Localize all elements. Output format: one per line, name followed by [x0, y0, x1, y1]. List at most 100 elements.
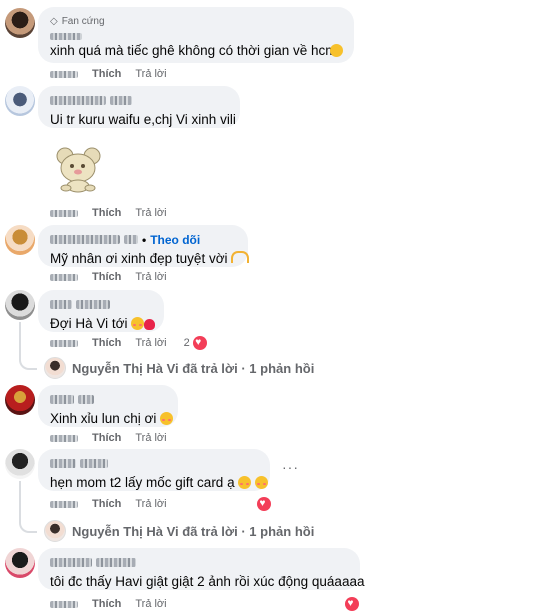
comment-text: Ui tr kuru waifu e,chj Vi xinh vili [50, 112, 236, 127]
follow-button[interactable]: Theo dõi [150, 233, 200, 247]
comment-author[interactable] [50, 392, 166, 407]
thread-line [19, 322, 21, 358]
author-name-redacted [50, 235, 120, 244]
view-replies-label: Nguyễn Thị Hà Vi đã trả lời · 1 phản hồi [72, 523, 315, 539]
author-name-redacted [50, 395, 74, 404]
comment-text: hẹn mom t2 lấy mốc gift card ạ [50, 475, 269, 490]
timestamp-redacted [50, 434, 78, 442]
comment-text: xinh quá mà tiếc ghê không có thời gian … [50, 43, 337, 58]
comment-actions: Thích Trả lời 2 [50, 336, 207, 350]
view-replies-label: Nguyễn Thị Hà Vi đã trả lời · 1 phản hồi [72, 360, 315, 376]
avatar[interactable] [5, 449, 35, 479]
more-options-button[interactable]: ··· [282, 459, 299, 475]
reply-button[interactable]: Trả lời [135, 68, 166, 80]
timestamp-redacted [50, 500, 78, 508]
comment-text-content: Mỹ nhân ơi xinh đẹp tuyệt vời [50, 251, 228, 266]
like-button[interactable]: Thích [92, 207, 121, 219]
comment-actions: Thích Trả lời [50, 498, 167, 510]
comment-bubble: ◇ Fan cứng xinh quá mà tiếc ghê không có… [38, 7, 354, 63]
heart-reaction-icon[interactable] [257, 497, 271, 511]
emoji-icon [330, 44, 343, 57]
author-name-redacted [50, 96, 106, 105]
comment-actions: Thích Trả lời [50, 432, 167, 444]
author-name-redacted [124, 235, 138, 244]
smiling-face-with-hearts-emoji-icon [160, 412, 174, 425]
comment-author[interactable]: • Theo dõi [50, 232, 236, 247]
author-name-redacted [80, 459, 108, 468]
author-name-redacted [110, 96, 132, 105]
avatar [44, 520, 66, 542]
avatar[interactable] [5, 8, 35, 38]
comment-author[interactable] [50, 93, 228, 108]
comment-bubble: • Theo dõi Mỹ nhân ơi xinh đẹp tuyệt vời [38, 225, 250, 267]
comment-bubble: tôi đc thấy Havi giật giật 2 ảnh rồi xúc… [38, 548, 365, 590]
heart-hands-emoji-icon [231, 251, 250, 263]
thread-connector [19, 356, 37, 370]
diamond-icon: ◇ [50, 16, 58, 27]
avatar[interactable] [5, 86, 35, 116]
comment-bubble: Đợi Hà Vi tới [38, 290, 164, 332]
fan-badge: Fan cứng [61, 16, 105, 27]
avatar[interactable] [5, 290, 35, 320]
author-name-redacted [50, 459, 76, 468]
comment-author[interactable] [50, 297, 152, 312]
smiling-face-emoji-icon [238, 476, 252, 489]
comment-bubble: Xinh xỉu lun chị ơi [38, 385, 178, 427]
reply-button[interactable]: Trả lời [135, 337, 166, 349]
timestamp-redacted [50, 600, 78, 608]
author-name-redacted [50, 558, 92, 567]
comment-actions: Thích Trả lời [50, 271, 167, 283]
heart-reaction-icon [192, 336, 207, 350]
view-replies-link[interactable]: Nguyễn Thị Hà Vi đã trả lời · 1 phản hồi [44, 520, 314, 542]
comment-author[interactable] [50, 456, 258, 471]
heart-reaction-icon[interactable] [345, 597, 359, 611]
comment-text: Xinh xỉu lun chị ơi [50, 411, 174, 426]
reply-button[interactable]: Trả lời [135, 207, 166, 219]
like-button[interactable]: Thích [92, 498, 121, 510]
comment-actions: Thích Trả lời [50, 68, 167, 80]
thread-connector [19, 519, 37, 533]
separator-dot: • [142, 232, 147, 247]
author-name-redacted [50, 27, 82, 45]
reply-button[interactable]: Trả lời [135, 271, 166, 283]
like-button[interactable]: Thích [92, 271, 121, 283]
comment-text: Đợi Hà Vi tới [50, 316, 156, 331]
reaction-summary[interactable]: 2 [184, 336, 207, 350]
comment-actions: Thích Trả lời [50, 207, 167, 219]
like-button[interactable]: Thích [92, 598, 121, 610]
like-button[interactable]: Thích [92, 68, 121, 80]
avatar [44, 357, 66, 379]
timestamp-redacted [50, 70, 78, 78]
comment-text: tôi đc thấy Havi giật giật 2 ảnh rồi xúc… [50, 574, 365, 589]
reply-button[interactable]: Trả lời [135, 498, 166, 510]
view-replies-link[interactable]: Nguyễn Thị Hà Vi đã trả lời · 1 phản hồi [44, 357, 314, 379]
comment-text: Mỹ nhân ơi xinh đẹp tuyệt vời [50, 251, 250, 266]
timestamp-redacted [50, 339, 78, 347]
avatar[interactable] [5, 548, 35, 578]
avatar[interactable] [5, 385, 35, 415]
reply-button[interactable]: Trả lời [135, 598, 166, 610]
comment-text-content: Xinh xỉu lun chị ơi [50, 411, 157, 426]
comment-bubble: hẹn mom t2 lấy mốc gift card ạ [38, 449, 270, 491]
heart-emoji-icon [144, 319, 156, 330]
comment-bubble: Ui tr kuru waifu e,chj Vi xinh vili [38, 86, 240, 128]
author-name-redacted [76, 300, 110, 309]
comment-text-content: Đợi Hà Vi tới [50, 316, 128, 331]
pleading-face-emoji-icon [131, 317, 145, 330]
thread-line [19, 481, 21, 521]
bear-sticker [52, 144, 106, 194]
reply-button[interactable]: Trả lời [135, 432, 166, 444]
comment-author[interactable]: ◇ Fan cứng [50, 14, 342, 29]
timestamp-redacted [50, 209, 78, 217]
smiling-face-emoji-icon [255, 476, 269, 489]
like-button[interactable]: Thích [92, 337, 121, 349]
reaction-count: 2 [183, 337, 190, 349]
comment-text-content: hẹn mom t2 lấy mốc gift card ạ [50, 475, 235, 490]
author-name-redacted [78, 395, 94, 404]
comment-author[interactable] [50, 555, 348, 570]
author-name-redacted [50, 300, 72, 309]
avatar[interactable] [5, 225, 35, 255]
comment-actions: Thích Trả lời [50, 598, 167, 610]
author-name-redacted [96, 558, 136, 567]
like-button[interactable]: Thích [92, 432, 121, 444]
